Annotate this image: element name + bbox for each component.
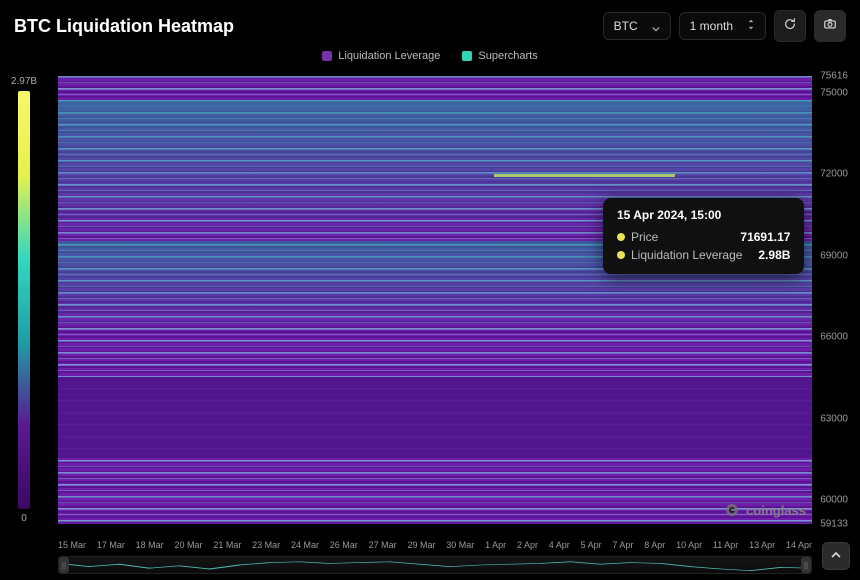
x-tick: 18 Mar xyxy=(136,540,164,554)
y-axis: 5913360000630006600069000720007500075616 xyxy=(814,76,850,524)
y-tick: 63000 xyxy=(820,413,848,424)
scrubber-handle-right[interactable]: || xyxy=(801,557,811,573)
page-title: BTC Liquidation Heatmap xyxy=(14,16,234,37)
y-tick: 59133 xyxy=(820,519,848,530)
legend: Liquidation Leverage Supercharts xyxy=(0,46,860,68)
tooltip-price-label: Price xyxy=(631,230,658,244)
x-axis: 15 Mar 17 Mar 18 Mar 20 Mar 21 Mar 23 Mar 24 M… xyxy=(58,540,812,554)
x-tick: 11 Apr xyxy=(713,540,738,554)
asset-select[interactable]: BTC xyxy=(603,12,671,40)
x-tick: 4 Apr xyxy=(549,540,570,554)
scrubber-sparkline xyxy=(59,557,811,573)
range-scrubber[interactable]: || || xyxy=(58,556,812,574)
scroll-top-button[interactable] xyxy=(822,542,850,570)
x-tick: 8 Apr xyxy=(644,540,665,554)
x-tick: 15 Mar xyxy=(58,540,86,554)
range-select-value: 1 month xyxy=(690,19,733,33)
tooltip-date: 15 Apr 2024, 15:00 xyxy=(617,208,790,222)
legend-label-liq: Liquidation Leverage xyxy=(338,50,440,62)
x-tick: 30 Mar xyxy=(446,540,474,554)
heatmap-plot[interactable]: 15 Apr 2024, 15:00 Price 71691.17 Liquid… xyxy=(58,76,812,524)
x-tick: 14 Apr xyxy=(786,540,812,554)
chevron-down-icon xyxy=(652,22,660,30)
x-tick: 24 Mar xyxy=(291,540,319,554)
x-tick: 5 Apr xyxy=(581,540,602,554)
y-tick: 72000 xyxy=(820,169,848,180)
colorbar-max: 2.97B xyxy=(11,76,37,87)
screenshot-button[interactable] xyxy=(814,10,846,42)
x-tick: 21 Mar xyxy=(213,540,241,554)
x-tick: 27 Mar xyxy=(369,540,397,554)
legend-swatch-sup xyxy=(462,51,472,61)
y-tick: 75616 xyxy=(820,71,848,82)
colorbar-gradient xyxy=(18,91,30,509)
colorbar-min: 0 xyxy=(21,513,27,524)
range-select[interactable]: 1 month xyxy=(679,12,766,40)
refresh-icon xyxy=(783,17,797,36)
sort-icon xyxy=(747,19,755,33)
x-tick: 10 Apr xyxy=(676,540,702,554)
x-tick: 26 Mar xyxy=(330,540,358,554)
x-tick: 17 Mar xyxy=(97,540,125,554)
chart-tooltip: 15 Apr 2024, 15:00 Price 71691.17 Liquid… xyxy=(603,198,804,274)
y-tick: 69000 xyxy=(820,250,848,261)
camera-icon xyxy=(823,17,837,36)
x-tick: 20 Mar xyxy=(174,540,202,554)
y-tick: 75000 xyxy=(820,87,848,98)
y-tick: 66000 xyxy=(820,332,848,343)
x-tick: 13 Apr xyxy=(749,540,775,554)
x-tick: 29 Mar xyxy=(407,540,435,554)
watermark: coinglass xyxy=(724,502,806,518)
x-tick: 2 Apr xyxy=(517,540,538,554)
legend-swatch-liq xyxy=(322,51,332,61)
scrubber-handle-left[interactable]: || xyxy=(59,557,69,573)
tooltip-liq-value: 2.98B xyxy=(758,248,790,262)
tooltip-price-value: 71691.17 xyxy=(740,230,790,244)
y-tick: 60000 xyxy=(820,495,848,506)
legend-item-liquidation: Liquidation Leverage xyxy=(322,50,440,62)
asset-select-value: BTC xyxy=(614,19,638,33)
x-tick: 1 Apr xyxy=(485,540,506,554)
tooltip-liq-label: Liquidation Leverage xyxy=(631,248,742,262)
candlestick-overlay xyxy=(58,76,358,226)
colorbar: 2.97B 0 xyxy=(10,76,38,524)
x-tick: 23 Mar xyxy=(252,540,280,554)
x-tick: 7 Apr xyxy=(612,540,633,554)
refresh-button[interactable] xyxy=(774,10,806,42)
legend-item-supercharts: Supercharts xyxy=(462,50,537,62)
legend-label-sup: Supercharts xyxy=(478,50,537,62)
watermark-text: coinglass xyxy=(746,503,806,518)
logo-icon xyxy=(724,502,740,518)
chevron-up-icon xyxy=(831,547,841,565)
